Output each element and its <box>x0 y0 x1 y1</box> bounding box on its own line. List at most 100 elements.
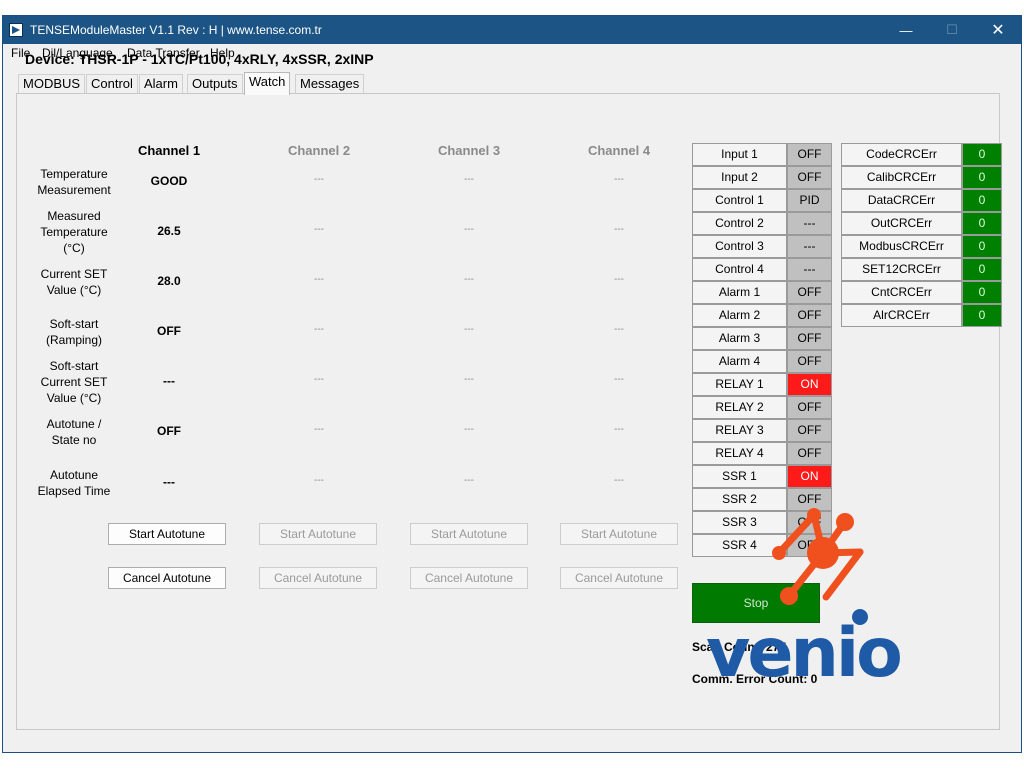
status-value: --- <box>787 258 832 281</box>
channel-4-value: --- <box>614 224 624 235</box>
tab-messages[interactable]: Messages <box>295 74 365 94</box>
crc-error-label: AlrCRCErr <box>841 304 962 327</box>
scan-count: Scan Count: 277 <box>692 640 787 654</box>
row-label-line: Measured <box>47 209 101 223</box>
status-value: OFF <box>787 281 832 304</box>
start-autotune-button-ch2[interactable]: Start Autotune <box>259 523 377 545</box>
channel-1-header: Channel 1 <box>137 143 201 158</box>
status-value: --- <box>787 235 832 258</box>
channel-1-value: 26.5 <box>157 224 181 238</box>
channel-2-value: --- <box>314 224 324 235</box>
crc-error-value: 0 <box>962 235 1002 258</box>
cancel-autotune-button-ch3[interactable]: Cancel Autotune <box>410 567 528 589</box>
crc-error-value: 0 <box>962 212 1002 235</box>
minimize-button[interactable]: — <box>883 16 929 44</box>
status-label: Alarm 2 <box>692 304 787 327</box>
crc-error-label: CntCRCErr <box>841 281 962 304</box>
status-label: SSR 4 <box>692 534 787 557</box>
channel-1-value: OFF <box>157 324 181 338</box>
status-label: RELAY 2 <box>692 396 787 419</box>
tab-alarm[interactable]: Alarm <box>139 74 183 94</box>
status-value: --- <box>787 212 832 235</box>
status-value: ON <box>787 465 832 488</box>
comm-error-count: Comm. Error Count: 0 <box>692 672 818 686</box>
channel-3-value: --- <box>464 324 474 335</box>
status-value: OFF <box>787 511 832 534</box>
crc-error-label: CodeCRCErr <box>841 143 962 166</box>
status-label: Control 3 <box>692 235 787 258</box>
channel-3-value: --- <box>464 224 474 235</box>
channel-3-value: --- <box>464 274 474 285</box>
channel-3-value: --- <box>464 475 474 486</box>
maximize-button[interactable]: ☐ <box>929 16 975 44</box>
start-autotune-button-ch1[interactable]: Start Autotune <box>108 523 226 545</box>
status-value: OFF <box>787 327 832 350</box>
channel-1-value: --- <box>163 475 175 489</box>
tab-outputs[interactable]: Outputs <box>187 74 243 94</box>
tab-modbus[interactable]: MODBUS <box>18 74 86 94</box>
app-logo-icon <box>9 23 23 37</box>
tab-control[interactable]: Control <box>86 74 138 94</box>
crc-error-label: CalibCRCErr <box>841 166 962 189</box>
start-autotune-button-ch3[interactable]: Start Autotune <box>410 523 528 545</box>
status-value: OFF <box>787 442 832 465</box>
status-label: Alarm 3 <box>692 327 787 350</box>
channel-1-value: 28.0 <box>157 274 181 288</box>
status-value: OFF <box>787 166 832 189</box>
crc-error-label: DataCRCErr <box>841 189 962 212</box>
channel-3-value: --- <box>464 424 474 435</box>
cancel-autotune-button-ch4[interactable]: Cancel Autotune <box>560 567 678 589</box>
row-label-line: Value (°C) <box>46 391 102 405</box>
channel-4-value: --- <box>614 174 624 185</box>
channel-1-value: OFF <box>157 424 181 438</box>
channel-2-header: Channel 2 <box>287 143 351 158</box>
channel-4-value: --- <box>614 274 624 285</box>
title-bar: TENSEModuleMaster V1.1 Rev : H | www.ten… <box>3 16 1021 44</box>
status-value: OFF <box>787 419 832 442</box>
crc-error-value: 0 <box>962 189 1002 212</box>
channel-2-value: --- <box>314 374 324 385</box>
crc-error-label: SET12CRCErr <box>841 258 962 281</box>
channel-3-value: --- <box>464 374 474 385</box>
channel-4-value: --- <box>614 424 624 435</box>
status-value: OFF <box>787 143 832 166</box>
close-button[interactable]: ✕ <box>975 16 1021 44</box>
channel-1-value: --- <box>163 374 175 388</box>
status-value: OFF <box>787 534 832 557</box>
crc-error-label: ModbusCRCErr <box>841 235 962 258</box>
channel-4-header: Channel 4 <box>587 143 651 158</box>
channel-4-value: --- <box>614 374 624 385</box>
stop-button[interactable]: Stop <box>692 583 820 623</box>
channel-2-value: --- <box>314 324 324 335</box>
status-value: ON <box>787 373 832 396</box>
status-label: Alarm 4 <box>692 350 787 373</box>
crc-error-value: 0 <box>962 281 1002 304</box>
channel-2-value: --- <box>314 174 324 185</box>
status-label: RELAY 3 <box>692 419 787 442</box>
status-value: OFF <box>787 350 832 373</box>
status-label: RELAY 1 <box>692 373 787 396</box>
status-label: SSR 2 <box>692 488 787 511</box>
status-label: SSR 3 <box>692 511 787 534</box>
status-value: OFF <box>787 396 832 419</box>
tab-watch[interactable]: Watch <box>244 72 291 95</box>
crc-error-value: 0 <box>962 304 1002 327</box>
status-value: OFF <box>787 488 832 511</box>
status-label: Control 4 <box>692 258 787 281</box>
row-label-line: Soft-start <box>49 359 99 373</box>
status-label: Input 2 <box>692 166 787 189</box>
start-autotune-button-ch4[interactable]: Start Autotune <box>560 523 678 545</box>
device-title: Device: THSR-1P - 1xTC/Pt100, 4xRLY, 4xS… <box>25 51 374 67</box>
window-title: TENSEModuleMaster V1.1 Rev : H | www.ten… <box>30 23 322 37</box>
channel-4-value: --- <box>614 475 624 486</box>
crc-error-value: 0 <box>962 258 1002 281</box>
status-value: PID <box>787 189 832 212</box>
status-label: Alarm 1 <box>692 281 787 304</box>
cancel-autotune-button-ch1[interactable]: Cancel Autotune <box>108 567 226 589</box>
cancel-autotune-button-ch2[interactable]: Cancel Autotune <box>259 567 377 589</box>
crc-error-label: OutCRCErr <box>841 212 962 235</box>
status-label: Control 2 <box>692 212 787 235</box>
status-label: SSR 1 <box>692 465 787 488</box>
crc-error-value: 0 <box>962 166 1002 189</box>
channel-3-header: Channel 3 <box>437 143 501 158</box>
